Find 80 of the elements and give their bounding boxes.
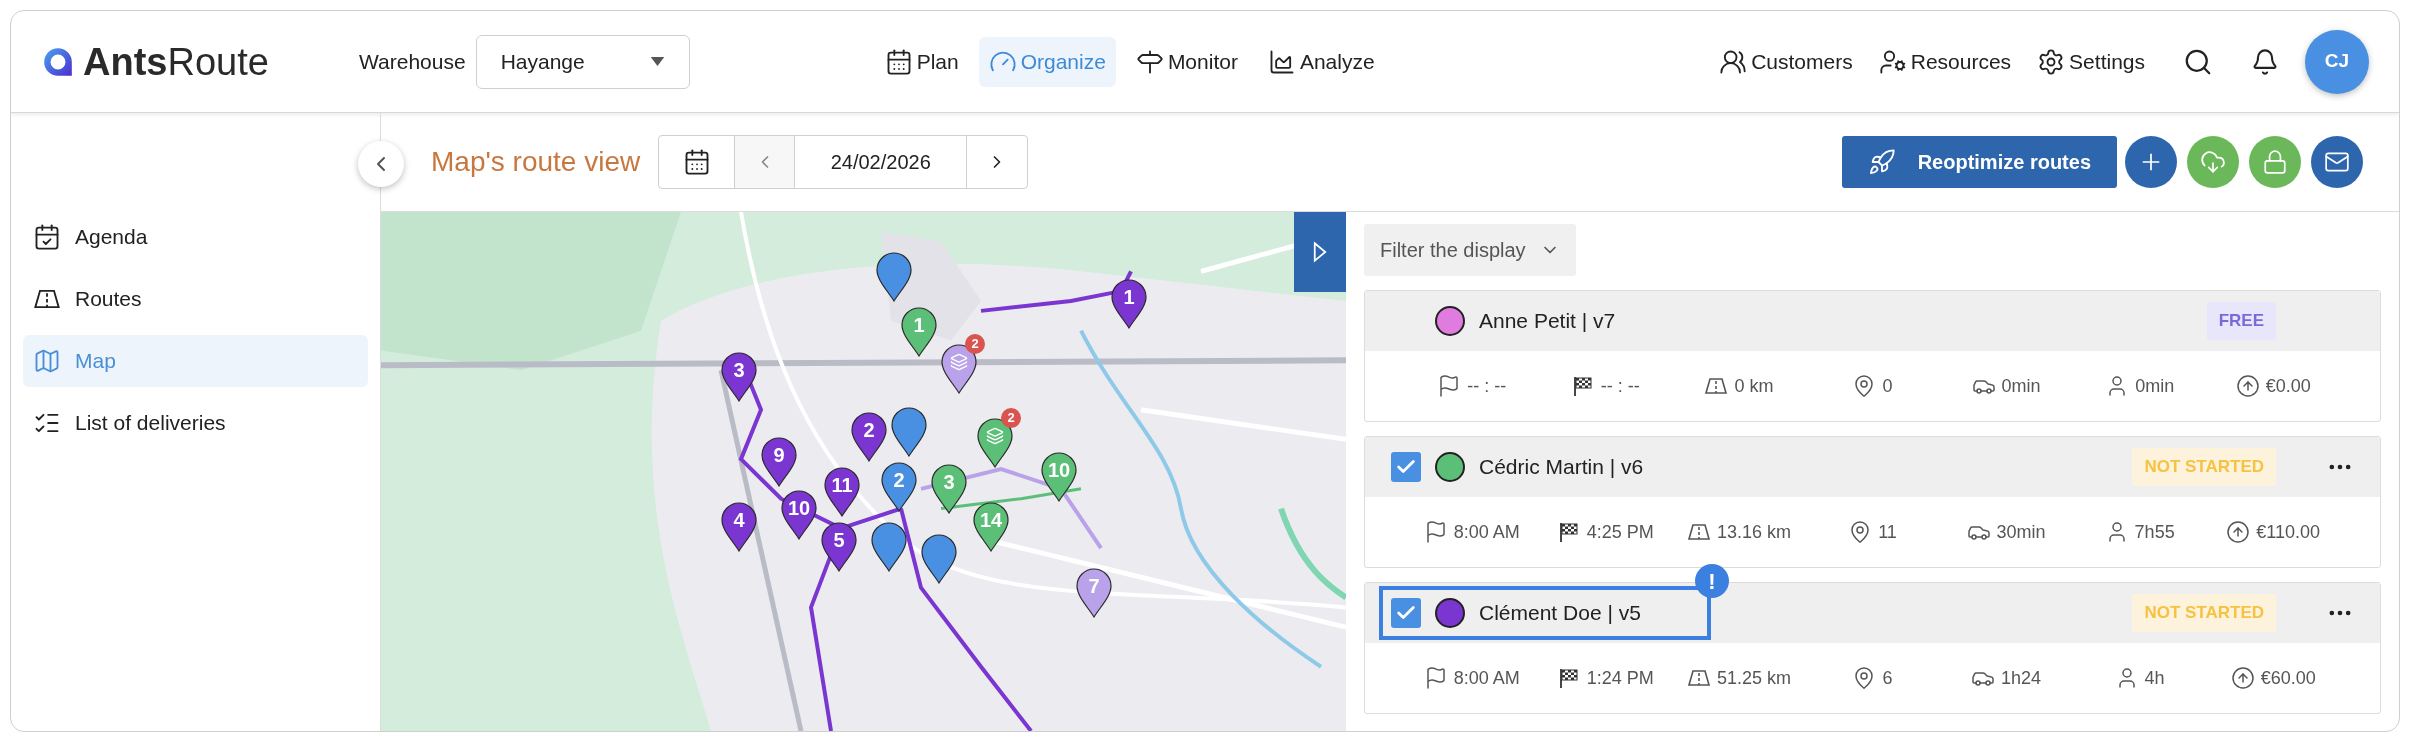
highlighted-route-label[interactable]: Clément Doe | v5 xyxy=(1379,586,1711,640)
warehouse-label: Warehouse xyxy=(359,48,466,75)
logo[interactable]: AntsRoute xyxy=(41,42,341,81)
round-action-button[interactable] xyxy=(2311,136,2363,188)
cloud-download-icon xyxy=(2200,149,2226,175)
reoptimize-button[interactable]: Reoptimize routes xyxy=(1841,136,2117,188)
route-stat: 4h xyxy=(2144,666,2165,690)
layers-icon xyxy=(950,353,968,371)
nav-tab[interactable]: Monitor xyxy=(1125,36,1248,87)
nav-tab[interactable]: Analyze xyxy=(1257,36,1385,87)
route-stat: 0min xyxy=(2135,374,2175,398)
route-stat: 30min xyxy=(1996,520,2046,544)
route-stat: 13.16 km xyxy=(1716,520,1791,544)
header-link[interactable]: Resources xyxy=(1878,45,2012,78)
route-stat: 1:24 PM xyxy=(1586,666,1654,690)
route-stat: 11 xyxy=(1878,520,1897,544)
map-marker[interactable]: 9 xyxy=(761,437,797,487)
map-marker[interactable]: 5 xyxy=(821,522,857,572)
status-badge: NOT STARTED xyxy=(2132,594,2276,632)
route-label[interactable]: Cédric Martin | v6 xyxy=(1379,440,1668,494)
page-title: Map's route view xyxy=(431,145,641,179)
nav-tab[interactable]: Organize xyxy=(978,36,1116,87)
map-marker[interactable] xyxy=(921,534,957,584)
map-marker[interactable]: 2 xyxy=(851,412,887,462)
filter-dropdown[interactable]: Filter the display xyxy=(1364,224,1576,276)
status-badge: FREE xyxy=(2206,302,2276,340)
route-name: Anne Petit | v7 xyxy=(1479,308,1616,335)
sidebar-item[interactable]: Routes xyxy=(23,273,368,325)
dropdown-icon xyxy=(649,57,665,66)
route-label[interactable]: Anne Petit | v7 xyxy=(1379,294,1640,348)
arrow-up-circle-icon xyxy=(2226,520,2251,544)
calendar-check-icon xyxy=(33,223,61,251)
checkbox[interactable] xyxy=(1391,452,1421,482)
route-stat: 8:00 AM xyxy=(1453,520,1520,544)
route-stat: 7h55 xyxy=(2134,520,2175,544)
nav-tab[interactable]: Plan xyxy=(874,36,969,87)
map-icon xyxy=(33,347,61,375)
route-stat: -- : -- xyxy=(1600,374,1640,398)
map-marker[interactable]: 1 xyxy=(1111,279,1147,329)
sidebar-item[interactable]: List of deliveries xyxy=(23,397,368,449)
map-marker[interactable]: 10 xyxy=(781,490,817,540)
route-name: Clément Doe | v5 xyxy=(1479,600,1641,627)
route-stat: 8:00 AM xyxy=(1453,666,1520,690)
route-stat: 6 xyxy=(1882,666,1893,690)
route-stat: €110.00 xyxy=(2256,520,2321,544)
map-marker[interactable]: 4 xyxy=(721,502,757,552)
map-marker[interactable]: 2 xyxy=(881,462,917,512)
route-stat: 0 xyxy=(1882,374,1893,398)
checkbox[interactable] xyxy=(1391,598,1421,628)
brand-name: AntsRoute xyxy=(83,42,269,81)
map-marker[interactable]: 3 xyxy=(721,352,757,402)
arrow-up-circle-icon xyxy=(2230,666,2255,690)
warehouse-select[interactable]: Hayange xyxy=(475,34,690,89)
round-action-button[interactable] xyxy=(2125,136,2177,188)
route-stat: 1h24 xyxy=(2001,666,2042,690)
route-stat: -- : -- xyxy=(1467,374,1507,398)
avatar[interactable]: CJ xyxy=(2305,29,2369,94)
header-link[interactable]: Customers xyxy=(1719,45,1853,78)
header-link[interactable]: Settings xyxy=(2037,45,2145,78)
map-marker[interactable] xyxy=(876,252,912,302)
map-marker[interactable] xyxy=(891,407,927,457)
lock-icon xyxy=(2262,149,2288,175)
route-stat: 0min xyxy=(2001,374,2041,398)
status-badge: NOT STARTED xyxy=(2132,448,2276,486)
map-marker[interactable]: 11 xyxy=(824,467,860,517)
mail-icon xyxy=(2324,149,2350,175)
arrow-up-circle-icon xyxy=(2235,374,2260,398)
rocket-icon xyxy=(1867,148,1896,176)
play-icon xyxy=(1313,241,1327,263)
map-marker[interactable] xyxy=(871,522,907,572)
bell-icon[interactable] xyxy=(2251,47,2279,76)
route-name: Cédric Martin | v6 xyxy=(1479,454,1644,481)
route-stat: €60.00 xyxy=(2260,666,2316,690)
sidebar-item[interactable]: Agenda xyxy=(23,211,368,263)
route-stat: €0.00 xyxy=(2265,374,2311,398)
route-stat: 0 km xyxy=(1734,374,1774,398)
layers-icon xyxy=(986,427,1004,445)
route-stat: 4:25 PM xyxy=(1586,520,1654,544)
route-stat: 51.25 km xyxy=(1716,666,1791,690)
alert-badge: ! xyxy=(1695,564,1729,598)
